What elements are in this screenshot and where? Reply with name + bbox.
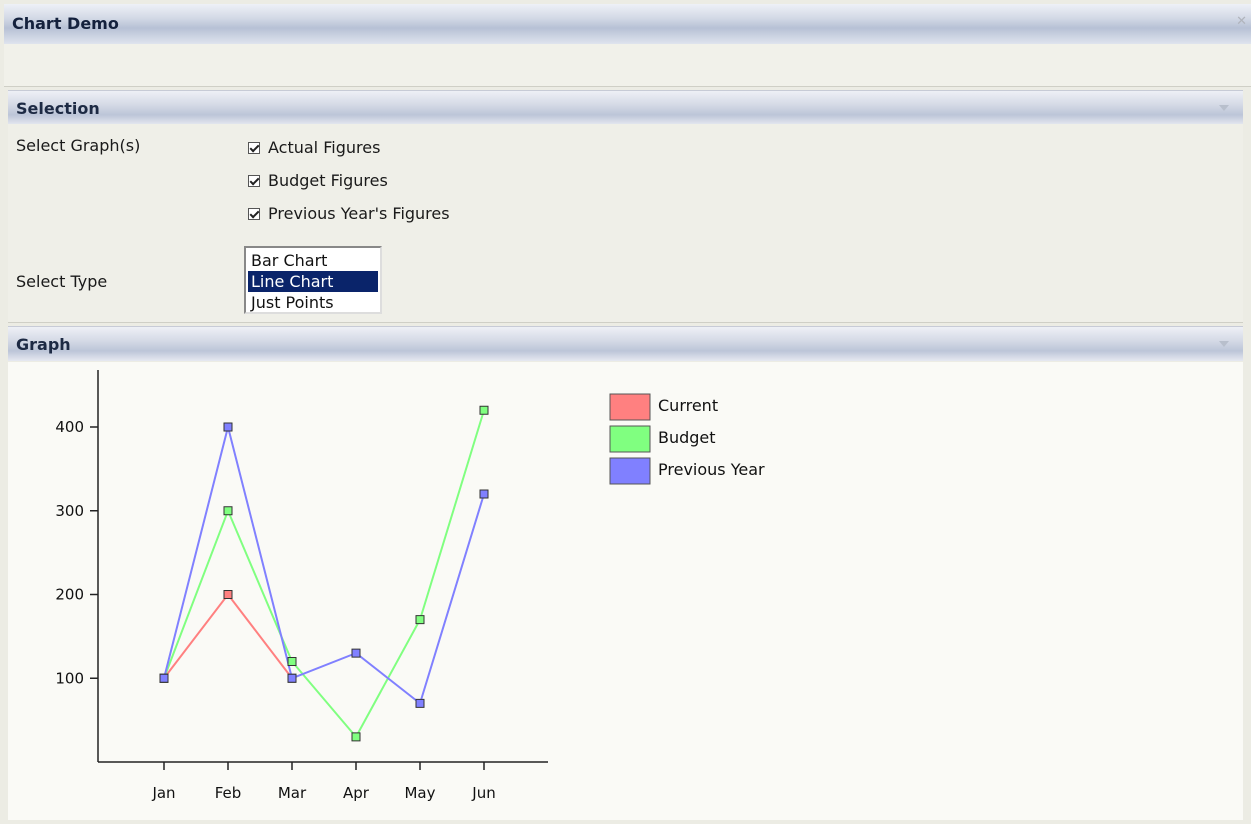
data-point <box>159 673 169 683</box>
checkbox-icon[interactable] <box>248 174 260 187</box>
selection-title: Selection <box>16 99 100 118</box>
graph-title: Graph <box>16 335 71 354</box>
legend-swatch <box>609 393 651 421</box>
series-line <box>163 409 485 739</box>
close-icon[interactable]: ✕ <box>1236 14 1247 29</box>
select-graphs-label: Select Graph(s) <box>16 136 141 155</box>
x-tick-label: Jun <box>471 784 495 802</box>
y-tick-label: 300 <box>55 502 84 520</box>
select-type-label: Select Type <box>16 272 108 291</box>
data-point <box>287 673 297 683</box>
x-tick-label: Apr <box>343 784 370 802</box>
x-tick-label: May <box>404 784 435 802</box>
chart-type-listbox[interactable]: Bar Chart Line Chart Just Points <box>244 246 382 314</box>
legend-label: Budget <box>658 428 716 447</box>
checkbox-budget-figures[interactable]: Budget Figures <box>248 171 388 190</box>
y-tick-label: 400 <box>55 418 84 436</box>
toolbar-area <box>4 44 1251 87</box>
data-point <box>479 405 489 415</box>
window-title: Chart Demo <box>12 14 119 33</box>
collapse-icon[interactable] <box>1219 105 1229 111</box>
checkbox-previous-year-figures[interactable]: Previous Year's Figures <box>248 204 450 223</box>
data-point <box>351 732 361 742</box>
legend-swatch <box>609 457 651 485</box>
data-point <box>223 506 233 516</box>
graph-panel: 100 200 300 400 Jan Feb Mar Apr May Jun Current Bud… <box>8 362 1243 820</box>
selection-panel: Select Graph(s) Actual Figures Budget Fi… <box>8 124 1243 323</box>
data-point <box>479 489 489 499</box>
data-point <box>223 590 233 599</box>
option-just-points[interactable]: Just Points <box>248 292 378 313</box>
x-tick-label: Feb <box>215 784 242 802</box>
data-point <box>287 657 297 666</box>
checkbox-icon[interactable] <box>248 141 260 154</box>
data-point <box>223 422 233 432</box>
option-bar-chart[interactable]: Bar Chart <box>248 250 378 271</box>
option-line-chart[interactable]: Line Chart <box>248 271 378 292</box>
checkbox-icon[interactable] <box>248 207 260 220</box>
checkbox-label: Actual Figures <box>268 138 381 157</box>
x-tick-label: Jan <box>151 784 175 802</box>
graph-header[interactable]: Graph <box>8 326 1243 361</box>
line-chart: 100 200 300 400 Jan Feb Mar Apr May Jun Current Bud… <box>55 370 765 802</box>
data-point <box>415 615 425 625</box>
checkbox-label: Previous Year's Figures <box>268 204 450 223</box>
y-tick-label: 100 <box>55 669 84 687</box>
checkbox-actual-figures[interactable]: Actual Figures <box>248 138 380 157</box>
data-point <box>351 648 361 658</box>
legend-label: Previous Year <box>658 460 765 479</box>
legend-label: Current <box>658 396 718 415</box>
data-point <box>415 698 425 708</box>
series-line <box>163 592 293 679</box>
collapse-icon[interactable] <box>1219 341 1229 347</box>
y-tick-label: 200 <box>55 586 84 604</box>
window-titlebar: Chart Demo ✕ <box>4 4 1251 44</box>
x-tick-label: Mar <box>278 784 307 802</box>
checkbox-label: Budget Figures <box>268 171 388 190</box>
legend-swatch <box>609 425 651 453</box>
selection-header[interactable]: Selection <box>8 90 1243 125</box>
